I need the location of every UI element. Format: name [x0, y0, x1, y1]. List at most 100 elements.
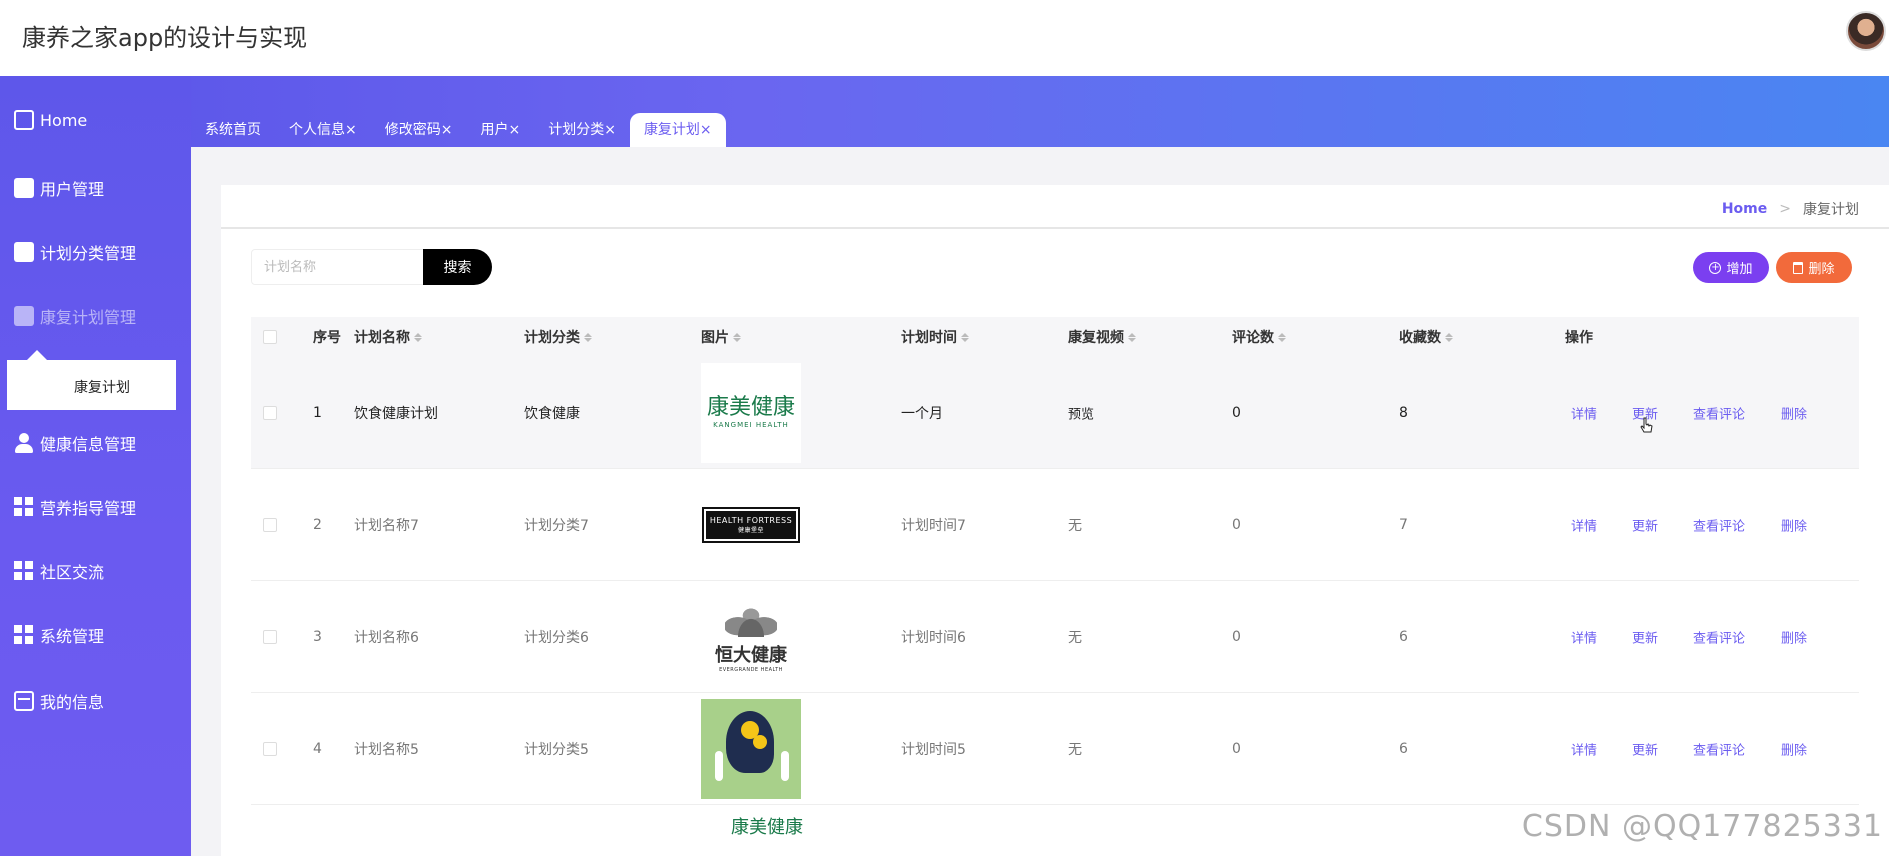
row-delete-button[interactable]: 删除	[1781, 515, 1807, 534]
sort-icon[interactable]	[1278, 332, 1286, 342]
sort-icon[interactable]	[961, 332, 969, 342]
row-delete-button[interactable]: 删除	[1781, 627, 1807, 646]
home-icon	[14, 110, 34, 130]
sidebar-item-label: 我的信息	[40, 693, 105, 712]
row-checkbox[interactable]	[263, 405, 277, 420]
select-all-checkbox[interactable]	[263, 330, 277, 344]
plan-image[interactable]	[701, 698, 801, 799]
sidebar-item-system[interactable]: 系统管理	[14, 623, 104, 647]
tab-user[interactable]: 用户×	[466, 113, 534, 147]
content-panel: Home > 康复计划 搜索 + 增加 删除 序号 计划名称 计划分类 图片 计…	[221, 185, 1889, 856]
detail-button[interactable]: 详情	[1571, 627, 1597, 646]
plan-image[interactable]: HEALTH FORTRESS 健康堡垒	[701, 474, 801, 575]
cell-favorites: 6	[1399, 740, 1408, 757]
header-favorites[interactable]: 收藏数	[1399, 327, 1453, 347]
plan-image[interactable]: 康美健康 KANGMEI HEALTH	[701, 362, 801, 463]
table-header: 序号 计划名称 计划分类 图片 计划时间 康复视频 评论数 收藏数 操作	[251, 317, 1859, 357]
sort-icon[interactable]	[1445, 332, 1453, 342]
row-checkbox[interactable]	[263, 517, 277, 532]
view-comments-button[interactable]: 查看评论	[1693, 739, 1745, 758]
briefcase-icon	[14, 306, 34, 326]
brain-illustration	[701, 698, 801, 799]
tab-rehab-plan[interactable]: 康复计划×	[629, 113, 726, 147]
sidebar-item-my-info[interactable]: 我的信息	[14, 689, 104, 713]
pointer-cursor-icon	[1640, 417, 1653, 433]
cell-video: 无	[1068, 741, 1082, 758]
sidebar-item-label: 康复计划管理	[40, 308, 137, 327]
watermark: CSDN @QQ177825331	[1521, 809, 1883, 844]
row-delete-button[interactable]: 删除	[1781, 739, 1807, 758]
detail-button[interactable]: 详情	[1571, 403, 1597, 422]
avatar[interactable]	[1846, 11, 1886, 51]
cell-comments: 0	[1232, 740, 1241, 757]
sidebar-item-nutrition[interactable]: 营养指导管理	[14, 495, 136, 519]
header-category[interactable]: 计划分类	[524, 327, 592, 347]
sidebar-item-rehab-plan[interactable]: 康复计划管理	[14, 304, 136, 328]
submenu-rehab-plan[interactable]: 康复计划	[7, 350, 176, 410]
cell-category: 计划分类6	[524, 629, 589, 646]
tab-profile[interactable]: 个人信息×	[275, 113, 371, 147]
header-video[interactable]: 康复视频	[1068, 327, 1136, 347]
box-icon	[14, 178, 34, 198]
main-content: Home > 康复计划 搜索 + 增加 删除 序号 计划名称 计划分类 图片 计…	[191, 147, 1889, 856]
sort-icon[interactable]	[733, 332, 741, 342]
grid-icon	[14, 497, 34, 517]
video-preview-link[interactable]: 预览	[1068, 403, 1094, 422]
sidebar-item-users[interactable]: 用户管理	[14, 176, 104, 200]
tab-home[interactable]: 系统首页	[191, 113, 275, 147]
sort-icon[interactable]	[1128, 332, 1136, 342]
header-comments[interactable]: 评论数	[1232, 327, 1286, 347]
view-comments-button[interactable]: 查看评论	[1693, 515, 1745, 534]
cell-name: 饮食健康计划	[354, 405, 438, 422]
header-name[interactable]: 计划名称	[354, 327, 422, 347]
search-input[interactable]	[251, 249, 424, 285]
sidebar-item-plan-category[interactable]: 计划分类管理	[14, 240, 136, 264]
update-button[interactable]: 更新	[1632, 627, 1658, 646]
table-row: 4 计划名称5 计划分类5 计划时间5 无 0 6 详情 更新 查看评论 删除	[251, 693, 1859, 805]
cell-no: 2	[313, 516, 322, 533]
sidebar-item-community[interactable]: 社区交流	[14, 559, 104, 583]
sidebar-item-health-info[interactable]: 健康信息管理	[14, 431, 136, 455]
cell-comments: 0	[1232, 628, 1241, 645]
cell-name: 计划名称5	[354, 741, 419, 758]
card-icon	[14, 691, 34, 711]
sidebar: Home 用户管理 计划分类管理 康复计划管理 健康信息管理 营养指导管理 社区…	[0, 76, 191, 856]
cell-favorites: 6	[1399, 628, 1408, 645]
view-comments-button[interactable]: 查看评论	[1693, 627, 1745, 646]
delete-button[interactable]: 删除	[1776, 252, 1852, 283]
health-fortress-logo: HEALTH FORTRESS 健康堡垒	[701, 506, 801, 543]
sidebar-item-home[interactable]: Home	[14, 110, 87, 130]
delete-button-label: 删除	[1808, 262, 1835, 277]
row-delete-button[interactable]: 删除	[1781, 403, 1807, 422]
row-checkbox[interactable]	[263, 629, 277, 644]
sort-icon[interactable]	[584, 332, 592, 342]
update-button[interactable]: 更新	[1632, 739, 1658, 758]
divider	[221, 227, 1889, 229]
table-row: 2 计划名称7 计划分类7 HEALTH FORTRESS 健康堡垒 计划时间7 …	[251, 469, 1859, 581]
tab-password[interactable]: 修改密码×	[371, 113, 467, 147]
header-time[interactable]: 计划时间	[901, 327, 969, 347]
search-button[interactable]: 搜索	[423, 249, 492, 285]
header-actions: 操作	[1565, 330, 1593, 346]
sidebar-item-label: 系统管理	[40, 627, 105, 646]
view-comments-button[interactable]: 查看评论	[1693, 403, 1745, 422]
data-table: 序号 计划名称 计划分类 图片 计划时间 康复视频 评论数 收藏数 操作 1 饮…	[251, 317, 1859, 845]
sort-icon[interactable]	[414, 332, 422, 342]
plan-image[interactable]: 恒大健康 EVERGRANDE HEALTH	[701, 586, 801, 687]
breadcrumb-home[interactable]: Home	[1722, 201, 1767, 217]
kangmei-logo: 康美健康 KANGMEI HEALTH	[706, 394, 795, 429]
evergrande-logo: 恒大健康 EVERGRANDE HEALTH	[715, 600, 787, 673]
update-button[interactable]: 更新	[1632, 515, 1658, 534]
add-button[interactable]: + 增加	[1693, 252, 1769, 283]
header-image[interactable]: 图片	[701, 327, 741, 347]
detail-button[interactable]: 详情	[1571, 739, 1597, 758]
user-icon	[14, 433, 34, 453]
tab-plan-category[interactable]: 计划分类×	[534, 113, 630, 147]
cell-no: 1	[313, 404, 322, 421]
detail-button[interactable]: 详情	[1571, 515, 1597, 534]
header-no: 序号	[313, 330, 341, 346]
cell-favorites: 7	[1399, 516, 1408, 533]
row-checkbox[interactable]	[263, 741, 277, 756]
plus-circle-icon: +	[1709, 261, 1722, 274]
cell-name: 计划名称7	[354, 517, 419, 534]
